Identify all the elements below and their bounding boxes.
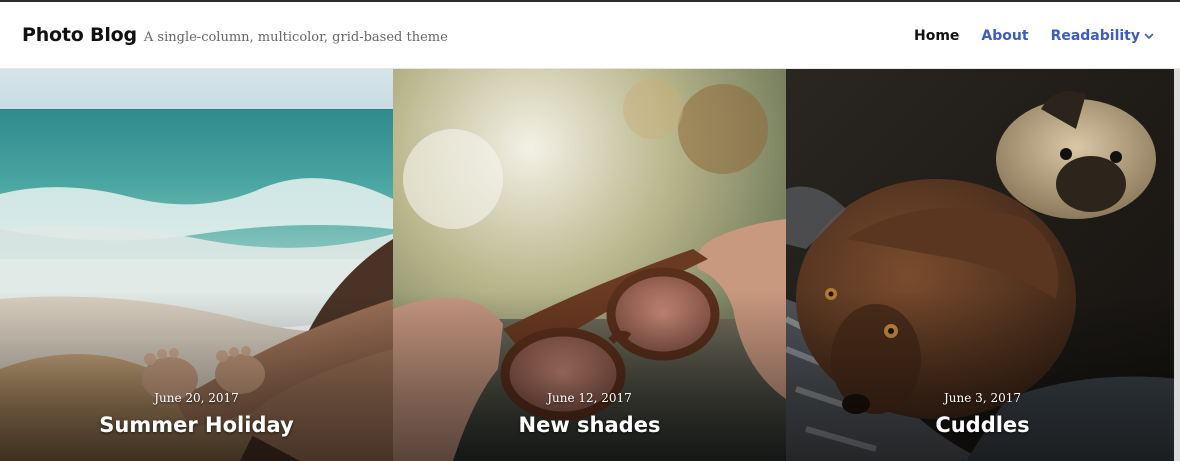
post-title-link[interactable]: Summer Holiday [0, 413, 393, 437]
nav-item-home[interactable]: Home [914, 28, 959, 44]
nav-item-about[interactable]: About [981, 28, 1028, 44]
post-title-link[interactable]: New shades [393, 413, 786, 437]
chevron-down-icon [1144, 33, 1154, 39]
post-meta: June 3, 2017 Cuddles [786, 391, 1179, 437]
nav-item-readability[interactable]: Readability [1051, 28, 1154, 44]
post-card-summer-holiday[interactable]: June 20, 2017 Summer Holiday [0, 69, 393, 461]
main-navigation: Home About Readability [914, 28, 1154, 44]
post-date: June 3, 2017 [944, 391, 1021, 405]
post-date: June 12, 2017 [547, 391, 632, 405]
site-tagline: A single-column, multicolor, grid-based … [143, 30, 448, 45]
post-card-new-shades[interactable]: June 12, 2017 New shades [393, 69, 786, 461]
post-title-link[interactable]: Cuddles [786, 413, 1179, 437]
branding: Photo Blog A single-column, multicolor, … [22, 24, 448, 46]
post-meta: June 12, 2017 New shades [393, 391, 786, 437]
post-card-cuddles[interactable]: June 3, 2017 Cuddles [786, 69, 1179, 461]
nav-item-readability-label: Readability [1050, 28, 1140, 44]
site-title-link[interactable]: Photo Blog [22, 24, 137, 46]
site-header: Photo Blog A single-column, multicolor, … [0, 2, 1180, 69]
post-grid: June 20, 2017 Summer Holiday June 12, 20… [0, 69, 1180, 461]
post-meta: June 20, 2017 Summer Holiday [0, 391, 393, 437]
post-date: June 20, 2017 [154, 391, 239, 405]
scrollbar[interactable] [1174, 69, 1180, 461]
